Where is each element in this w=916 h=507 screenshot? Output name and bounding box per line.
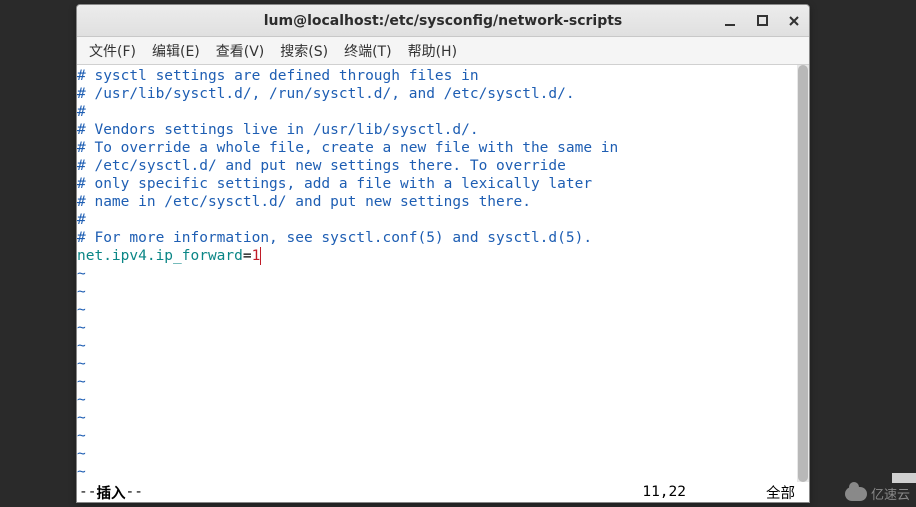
empty-line-tilde: ~ bbox=[77, 428, 86, 444]
window-controls bbox=[721, 5, 803, 36]
scroll-percent: 全部 bbox=[766, 482, 795, 503]
close-button[interactable] bbox=[785, 12, 803, 30]
comment-line: # /usr/lib/sysctl.d/, /run/sysctl.d/, an… bbox=[77, 86, 575, 102]
minimize-button[interactable] bbox=[721, 12, 739, 30]
titlebar[interactable]: lum@localhost:/etc/sysconfig/network-scr… bbox=[77, 5, 809, 37]
comment-line: # For more information, see sysctl.conf(… bbox=[77, 230, 592, 246]
empty-line-tilde: ~ bbox=[77, 374, 86, 390]
terminal-output[interactable]: # sysctl settings are defined through fi… bbox=[77, 65, 797, 482]
comment-line: # only specific settings, add a file wit… bbox=[77, 176, 592, 192]
setting-key: net.ipv4.ip_forward bbox=[77, 248, 243, 264]
setting-op: = bbox=[243, 248, 252, 264]
background-decoration bbox=[892, 473, 916, 483]
mode-prefix: -- bbox=[79, 484, 96, 500]
empty-line-tilde: ~ bbox=[77, 266, 86, 282]
maximize-button[interactable] bbox=[753, 12, 771, 30]
terminal-window: lum@localhost:/etc/sysconfig/network-scr… bbox=[76, 4, 810, 503]
menu-help[interactable]: 帮助(H) bbox=[400, 38, 465, 64]
comment-line: # sysctl settings are defined through fi… bbox=[77, 68, 479, 84]
empty-line-tilde: ~ bbox=[77, 338, 86, 354]
empty-line-tilde: ~ bbox=[77, 392, 86, 408]
empty-line-tilde: ~ bbox=[77, 320, 86, 336]
window-title: lum@localhost:/etc/sysconfig/network-scr… bbox=[264, 13, 623, 29]
text-cursor bbox=[260, 247, 261, 265]
menu-edit[interactable]: 编辑(E) bbox=[144, 38, 208, 64]
menubar: 文件(F) 编辑(E) 查看(V) 搜索(S) 终端(T) 帮助(H) bbox=[77, 37, 809, 65]
vim-statusbar: -- 插入 -- 11,22 全部 bbox=[77, 482, 809, 502]
scrollbar-thumb[interactable] bbox=[798, 65, 808, 482]
menu-view[interactable]: 查看(V) bbox=[208, 38, 273, 64]
comment-line: # name in /etc/sysctl.d/ and put new set… bbox=[77, 194, 531, 210]
empty-line-tilde: ~ bbox=[77, 446, 86, 462]
comment-line: # bbox=[77, 104, 86, 120]
terminal-area: # sysctl settings are defined through fi… bbox=[77, 65, 809, 482]
mode-suffix: -- bbox=[125, 484, 142, 500]
cloud-icon bbox=[845, 487, 867, 501]
empty-line-tilde: ~ bbox=[77, 464, 86, 480]
empty-line-tilde: ~ bbox=[77, 356, 86, 372]
watermark-text: 亿速云 bbox=[871, 484, 910, 503]
comment-line: # /etc/sysctl.d/ and put new settings th… bbox=[77, 158, 566, 174]
vim-mode: 插入 bbox=[96, 482, 125, 503]
comment-line: # bbox=[77, 212, 86, 228]
menu-terminal[interactable]: 终端(T) bbox=[336, 38, 399, 64]
comment-line: # Vendors settings live in /usr/lib/sysc… bbox=[77, 122, 479, 138]
menu-search[interactable]: 搜索(S) bbox=[272, 38, 336, 64]
scrollbar[interactable] bbox=[797, 65, 809, 482]
empty-line-tilde: ~ bbox=[77, 302, 86, 318]
comment-line: # To override a whole file, create a new… bbox=[77, 140, 618, 156]
cursor-position: 11,22 bbox=[642, 484, 686, 500]
empty-line-tilde: ~ bbox=[77, 410, 86, 426]
empty-line-tilde: ~ bbox=[77, 284, 86, 300]
menu-file[interactable]: 文件(F) bbox=[81, 38, 144, 64]
setting-value: 1 bbox=[252, 248, 261, 264]
watermark: 亿速云 bbox=[845, 484, 910, 503]
